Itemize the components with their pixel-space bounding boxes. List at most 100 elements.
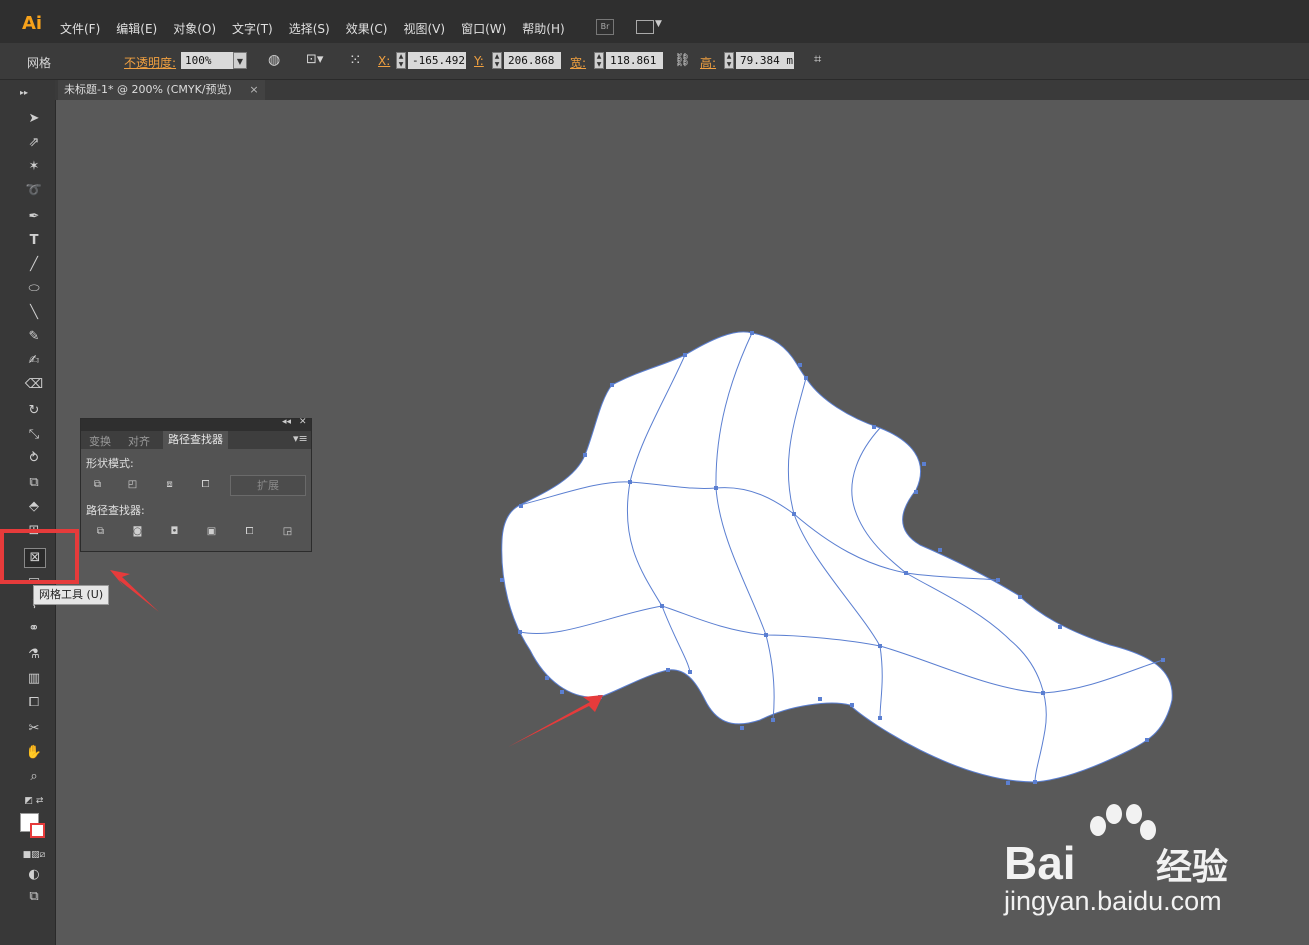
watermark-url: jingyan.baidu.com — [1004, 886, 1222, 916]
blob-brush-tool-icon[interactable]: ✍ — [24, 352, 44, 370]
control-bar: 网格 不透明度: 100% ▼ ◍ ⊡▾ ⁙ X: ▲ ▼ -165.492 Y:… — [0, 43, 1309, 80]
mesh-shape[interactable] — [501, 331, 1173, 783]
width-field[interactable]: 118.861 r — [606, 52, 663, 69]
stroke-color-swatch[interactable] — [30, 823, 45, 838]
close-panel-icon[interactable]: ✕ — [299, 417, 307, 427]
tab-pathfinder[interactable]: 路径查找器 — [163, 431, 228, 449]
x-label: X: — [378, 54, 391, 68]
panel-menu-icon[interactable]: ▾≡ — [293, 432, 308, 445]
menu-effect[interactable]: 效果(C) — [346, 20, 388, 37]
paw-logo-icon — [1090, 804, 1156, 840]
chevron-down-icon[interactable]: ▼ — [655, 19, 662, 29]
tools-panel: ▸▸ ➤ ⇗ ✶ ➰ ✒ T ╱ ⬭ ╲ ✎ ✍ ⌫ ↻ ⤡ ⥁ ⧉ ⬘ ⊞ ⊠… — [0, 80, 56, 945]
drawing-mode-icon[interactable]: ◐ — [24, 866, 44, 884]
merge-icon[interactable]: ◘ — [168, 526, 181, 537]
slice-tool-icon[interactable]: ✂ — [24, 720, 44, 738]
unite-icon[interactable]: ⧉ — [91, 479, 104, 490]
mesh-tool-highlight — [0, 529, 79, 584]
height-label: 高: — [700, 56, 717, 70]
scale-tool-icon[interactable]: ⤡ — [24, 426, 44, 444]
selection-tool-icon[interactable]: ➤ — [24, 110, 44, 128]
minus-back-icon[interactable]: ◲ — [281, 526, 294, 537]
pencil-tool-icon[interactable]: ✎ — [24, 328, 44, 346]
width-stepper-icon[interactable]: ▲ ▼ — [594, 52, 604, 69]
collapse-panel-icon[interactable]: ▸▸ — [14, 84, 34, 102]
link-icon[interactable]: ⛓ — [674, 53, 691, 68]
screen-mode-icon[interactable]: ⧉ — [24, 888, 44, 906]
hand-tool-icon[interactable]: ✋ — [24, 744, 44, 762]
pathfinders-label: 路径查找器: — [86, 504, 145, 517]
isolate-object-icon[interactable]: ⌗ — [814, 52, 821, 67]
menu-view[interactable]: 视图(V) — [403, 20, 445, 37]
column-graph-tool-icon[interactable]: ▥ — [24, 670, 44, 688]
default-colors-icon[interactable]: ◩ ⇄ — [24, 792, 44, 810]
x-field[interactable]: -165.492 — [408, 52, 466, 69]
watermark-brand: Bai — [1004, 837, 1076, 889]
lasso-tool-icon[interactable]: ➰ — [24, 182, 44, 200]
menu-file[interactable]: 文件(F) — [60, 20, 100, 37]
height-field[interactable]: 79.384 m — [736, 52, 794, 69]
menu-edit[interactable]: 编辑(E) — [116, 20, 157, 37]
rotate-tool-icon[interactable]: ↻ — [24, 402, 44, 420]
baidu-watermark: Bai 经验 jingyan.baidu.com — [1000, 804, 1250, 924]
annotation-arrow-tool — [110, 570, 159, 612]
minus-front-icon[interactable]: ◰ — [126, 479, 139, 490]
zoom-tool-icon[interactable]: ⌕ — [24, 768, 44, 786]
menu-select[interactable]: 选择(S) — [289, 20, 330, 37]
annotation-arrow-canvas — [508, 695, 603, 747]
color-mode-icons[interactable]: ■▨⧄ — [20, 846, 48, 864]
menu-type[interactable]: 文字(T) — [232, 20, 273, 37]
bridge-button[interactable]: Br — [596, 19, 614, 35]
reference-point-icon[interactable]: ⁙ — [349, 51, 362, 69]
magic-wand-tool-icon[interactable]: ✶ — [24, 158, 44, 176]
free-transform-tool-icon[interactable]: ⧉ — [24, 474, 44, 492]
blend-tool-icon[interactable]: ⚭ — [24, 620, 44, 638]
panel-tabs: 变换 对齐 路径查找器 ▾≡ — [81, 431, 311, 449]
document-tab-bar: 未标题-1* @ 200% (CMYK/预览) × — [55, 80, 1309, 100]
y-stepper-icon[interactable]: ▲ ▼ — [492, 52, 502, 69]
menu-bar: Ai 文件(F) 编辑(E) 对象(O) 文字(T) 选择(S) 效果(C) 视… — [0, 0, 1309, 43]
eraser-tool-icon[interactable]: ⌫ — [24, 376, 44, 394]
pen-tool-icon[interactable]: ✒ — [24, 208, 44, 226]
warp-tool-icon[interactable]: ⥁ — [24, 450, 44, 468]
tab-transform[interactable]: 变换 — [89, 433, 111, 449]
symbol-sprayer-tool-icon[interactable]: ⚗ — [24, 646, 44, 664]
opacity-dropdown-icon[interactable]: ▼ — [233, 52, 247, 69]
collapse-icon[interactable]: ◂◂ — [282, 417, 291, 427]
opacity-label[interactable]: 不透明度: — [124, 54, 176, 71]
menu-window[interactable]: 窗口(W) — [461, 20, 506, 37]
paintbrush-tool-icon[interactable]: ╲ — [24, 304, 44, 322]
opacity-field[interactable]: 100% — [181, 52, 233, 69]
trim-icon[interactable]: ◙ — [131, 526, 144, 537]
line-tool-icon[interactable]: ╱ — [24, 256, 44, 274]
y-label: Y: — [474, 54, 484, 68]
menu-help[interactable]: 帮助(H) — [522, 20, 564, 37]
panel-header[interactable]: ◂◂ ✕ — [81, 417, 311, 431]
mesh-tool-tooltip: 网格工具 (U) — [33, 585, 110, 605]
intersect-icon[interactable]: ⧈ — [163, 479, 176, 490]
exclude-icon[interactable]: ⧠ — [199, 479, 212, 490]
x-stepper-icon[interactable]: ▲ ▼ — [396, 52, 406, 69]
shape-builder-tool-icon[interactable]: ⬘ — [24, 498, 44, 516]
width-label: 宽: — [570, 56, 587, 70]
divide-icon[interactable]: ⧉ — [94, 526, 107, 537]
arrange-documents-icon[interactable] — [636, 20, 654, 34]
height-stepper-icon[interactable]: ▲ ▼ — [724, 52, 734, 69]
y-field[interactable]: 206.868 r — [504, 52, 561, 69]
crop-icon[interactable]: ▣ — [205, 526, 218, 537]
direct-selection-tool-icon[interactable]: ⇗ — [24, 134, 44, 152]
type-tool-icon[interactable]: T — [24, 232, 44, 250]
document-tab[interactable]: 未标题-1* @ 200% (CMYK/预览) × — [58, 80, 265, 100]
artboard-tool-icon[interactable]: ⧠ — [24, 694, 44, 712]
tab-align[interactable]: 对齐 — [128, 433, 150, 449]
recolor-icon[interactable]: ◍ — [268, 52, 280, 68]
transform-options-icon[interactable]: ⊡▾ — [306, 52, 323, 67]
close-tab-icon[interactable]: × — [249, 83, 258, 96]
outline-icon[interactable]: ⧠ — [243, 526, 256, 537]
main-menu: 文件(F) 编辑(E) 对象(O) 文字(T) 选择(S) 效果(C) 视图(V… — [60, 20, 581, 37]
app-logo: Ai — [22, 13, 43, 34]
ellipse-tool-icon[interactable]: ⬭ — [24, 280, 44, 298]
expand-button[interactable]: 扩展 — [230, 475, 306, 496]
menu-object[interactable]: 对象(O) — [173, 20, 216, 37]
mode-label: 网格 — [27, 56, 52, 70]
